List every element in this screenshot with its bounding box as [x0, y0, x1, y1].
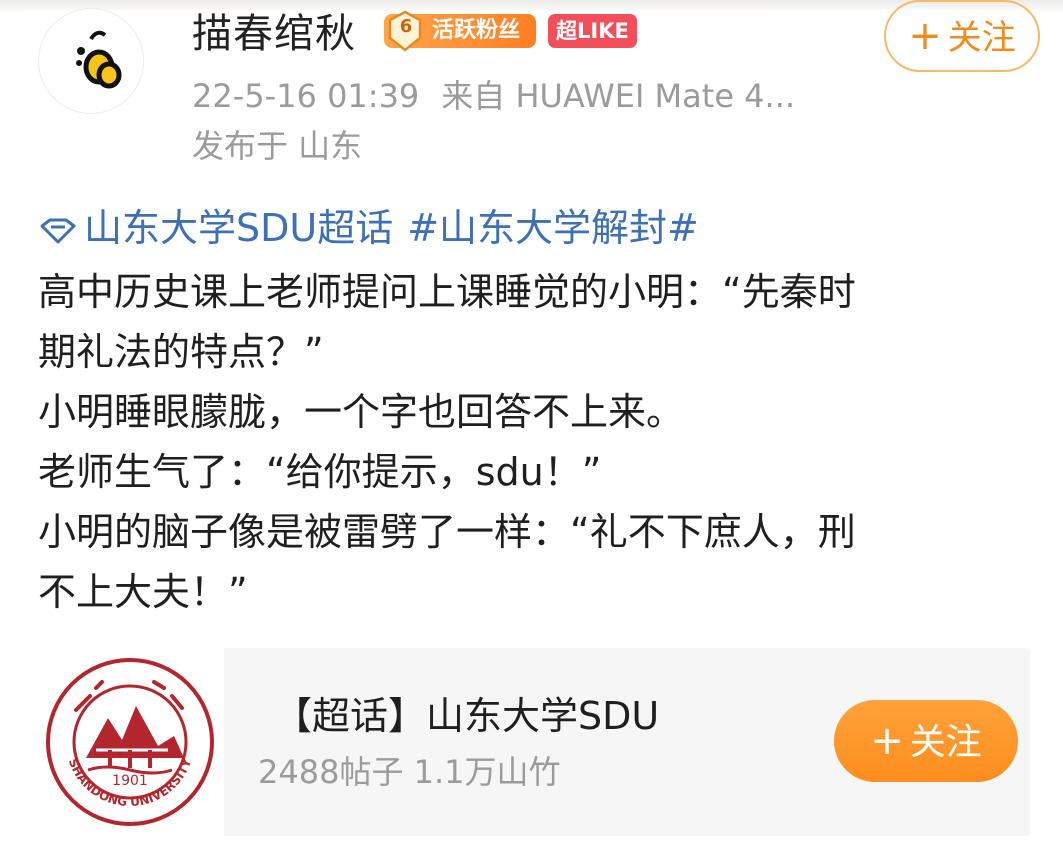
post-source: 来自 HUAWEI Mate 4... [441, 77, 796, 115]
super-topic-title[interactable]: 【超话】山东大学SDU [274, 690, 659, 742]
post-body-line: 小明的脑子像是被雷劈了一样：“礼不下庶人，刑 [38, 510, 856, 554]
diamond-icon [40, 218, 76, 243]
author-name[interactable]: 描春绾秋 [192, 8, 356, 60]
avatar[interactable] [38, 8, 144, 114]
plus-icon: + [908, 13, 942, 59]
plus-icon: + [870, 718, 904, 764]
topic-line: 山东大学SDU超话 #山东大学解封# [38, 202, 699, 254]
post-body: 高中历史课上老师提问上课睡觉的小明：“先秦时 期礼法的特点？” 小明睡眼朦胧，一… [38, 262, 1018, 622]
post-body-line: 老师生气了：“给你提示，sdu！” [38, 450, 602, 494]
bee-avatar-icon [76, 30, 122, 89]
post-body-line: 小明睡眼朦胧，一个字也回答不上来。 [38, 390, 685, 434]
post-meta: 22-5-16 01:39 来自 HUAWEI Mate 4... [192, 74, 795, 118]
shandong-university-logo: 1901 SHANDONG UNIVERSITY [46, 658, 214, 826]
post-body-line: 高中历史课上老师提问上课睡觉的小明：“先秦时 [38, 270, 856, 314]
fan-level-number: 6 [399, 16, 413, 37]
follow-button[interactable]: + 关注 [884, 0, 1040, 72]
post-location: 发布于 山东 [192, 127, 363, 165]
follow-label: 关注 [947, 18, 1016, 58]
hashtag-link[interactable]: #山东大学解封# [407, 206, 699, 250]
follow-label: 关注 [909, 722, 982, 763]
super-topic-logo: 1901 SHANDONG UNIVERSITY [36, 648, 224, 836]
post-body-line: 不上大夫！” [38, 570, 248, 614]
super-topic-link[interactable]: 山东大学SDU超话 [84, 206, 393, 250]
post-timestamp: 22-5-16 01:39 [192, 77, 420, 115]
super-topic-stats: 2488帖子 1.1万山竹 [258, 753, 561, 791]
fan-badge-label: 活跃粉丝 [432, 18, 521, 43]
post-body-line: 期礼法的特点？” [38, 330, 324, 374]
super-topic-follow-button[interactable]: + 关注 [834, 700, 1018, 782]
vip-badge: 超LIKE [548, 14, 637, 48]
logo-year: 1901 [112, 773, 148, 789]
